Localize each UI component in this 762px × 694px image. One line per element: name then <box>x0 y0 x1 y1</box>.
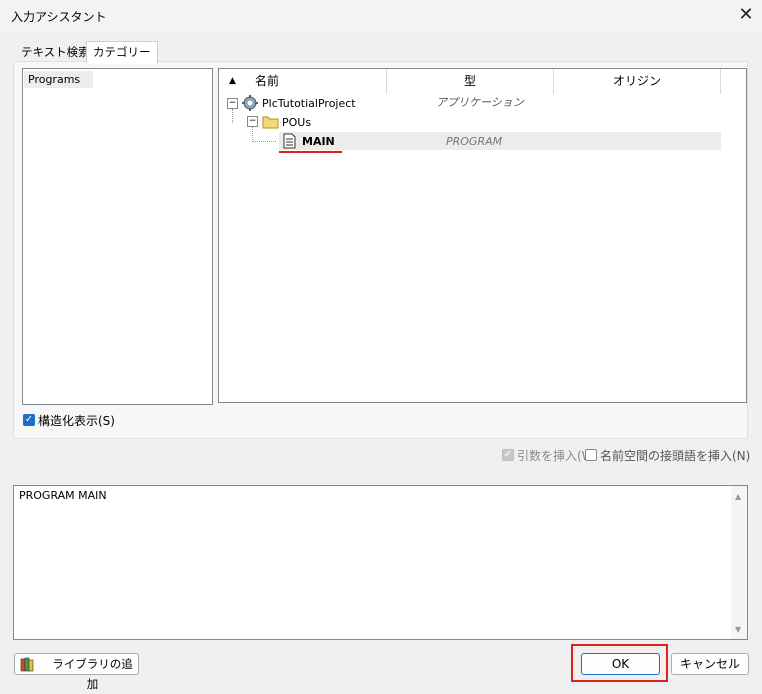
close-icon[interactable]: ✕ <box>736 4 756 26</box>
folder-icon <box>262 115 279 132</box>
insert-args-label: 引数を挿入(W <box>517 449 585 463</box>
collapse-icon[interactable]: − <box>227 98 238 109</box>
column-type-label: 型 <box>463 74 476 88</box>
sort-up-icon: ▲ <box>229 76 236 86</box>
category-list[interactable] <box>22 68 213 405</box>
structured-view-checkbox[interactable]: ✓ <box>23 414 35 426</box>
column-header-origin[interactable]: オリジン <box>554 69 721 94</box>
column-header-type[interactable]: 型 <box>387 69 554 94</box>
tree-node-pous[interactable]: POUs <box>282 116 311 130</box>
library-books-icon <box>20 656 36 678</box>
category-item-programs[interactable]: Programs <box>24 71 93 88</box>
insert-args-checkbox[interactable]: ✓ <box>502 449 514 461</box>
insert-namespace-label: 名前空間の接頭語を挿入(N) <box>600 449 751 463</box>
column-header-name[interactable]: ▲ 名前 <box>219 69 387 94</box>
preview-textarea[interactable]: PROGRAM MAIN ▲ ▼ <box>13 485 748 640</box>
project-gear-icon <box>242 95 258 114</box>
collapse-icon[interactable]: − <box>247 116 258 127</box>
insert-namespace-checkbox[interactable] <box>585 449 597 461</box>
tree-node-main-type: PROGRAM <box>446 135 503 148</box>
title-bar <box>0 0 762 32</box>
structured-view-label: 構造化表示(S) <box>38 414 115 428</box>
program-file-icon <box>283 133 296 152</box>
window-title: 入力アシスタント <box>11 10 107 24</box>
tab-text-search[interactable]: テキスト検索 <box>14 41 97 63</box>
column-origin-label: オリジン <box>612 74 661 88</box>
vertical-scrollbar[interactable]: ▲ ▼ <box>731 486 747 639</box>
preview-text: PROGRAM MAIN <box>19 489 107 502</box>
ok-button[interactable]: OK <box>581 653 660 675</box>
tree-node-project-type: アプリケーション <box>436 96 524 109</box>
tree-node-main[interactable]: MAIN <box>302 135 335 149</box>
highlight-underline <box>279 151 342 153</box>
add-library-label: ライブラリの追加 <box>52 657 133 691</box>
scroll-down-icon[interactable]: ▼ <box>735 625 741 634</box>
tab-category[interactable]: カテゴリー <box>86 41 158 64</box>
tree-node-project[interactable]: PlcTutotialProject <box>262 97 356 111</box>
scroll-up-icon[interactable]: ▲ <box>735 492 741 501</box>
cancel-button[interactable]: キャンセル <box>671 653 749 675</box>
add-library-button[interactable]: ライブラリの追加 <box>14 653 139 691</box>
symbol-tree[interactable]: ▲ 名前 型 オリジン − PlcTutotialProject アプリケーショ… <box>218 68 747 403</box>
column-name-label: 名前 <box>255 74 280 88</box>
